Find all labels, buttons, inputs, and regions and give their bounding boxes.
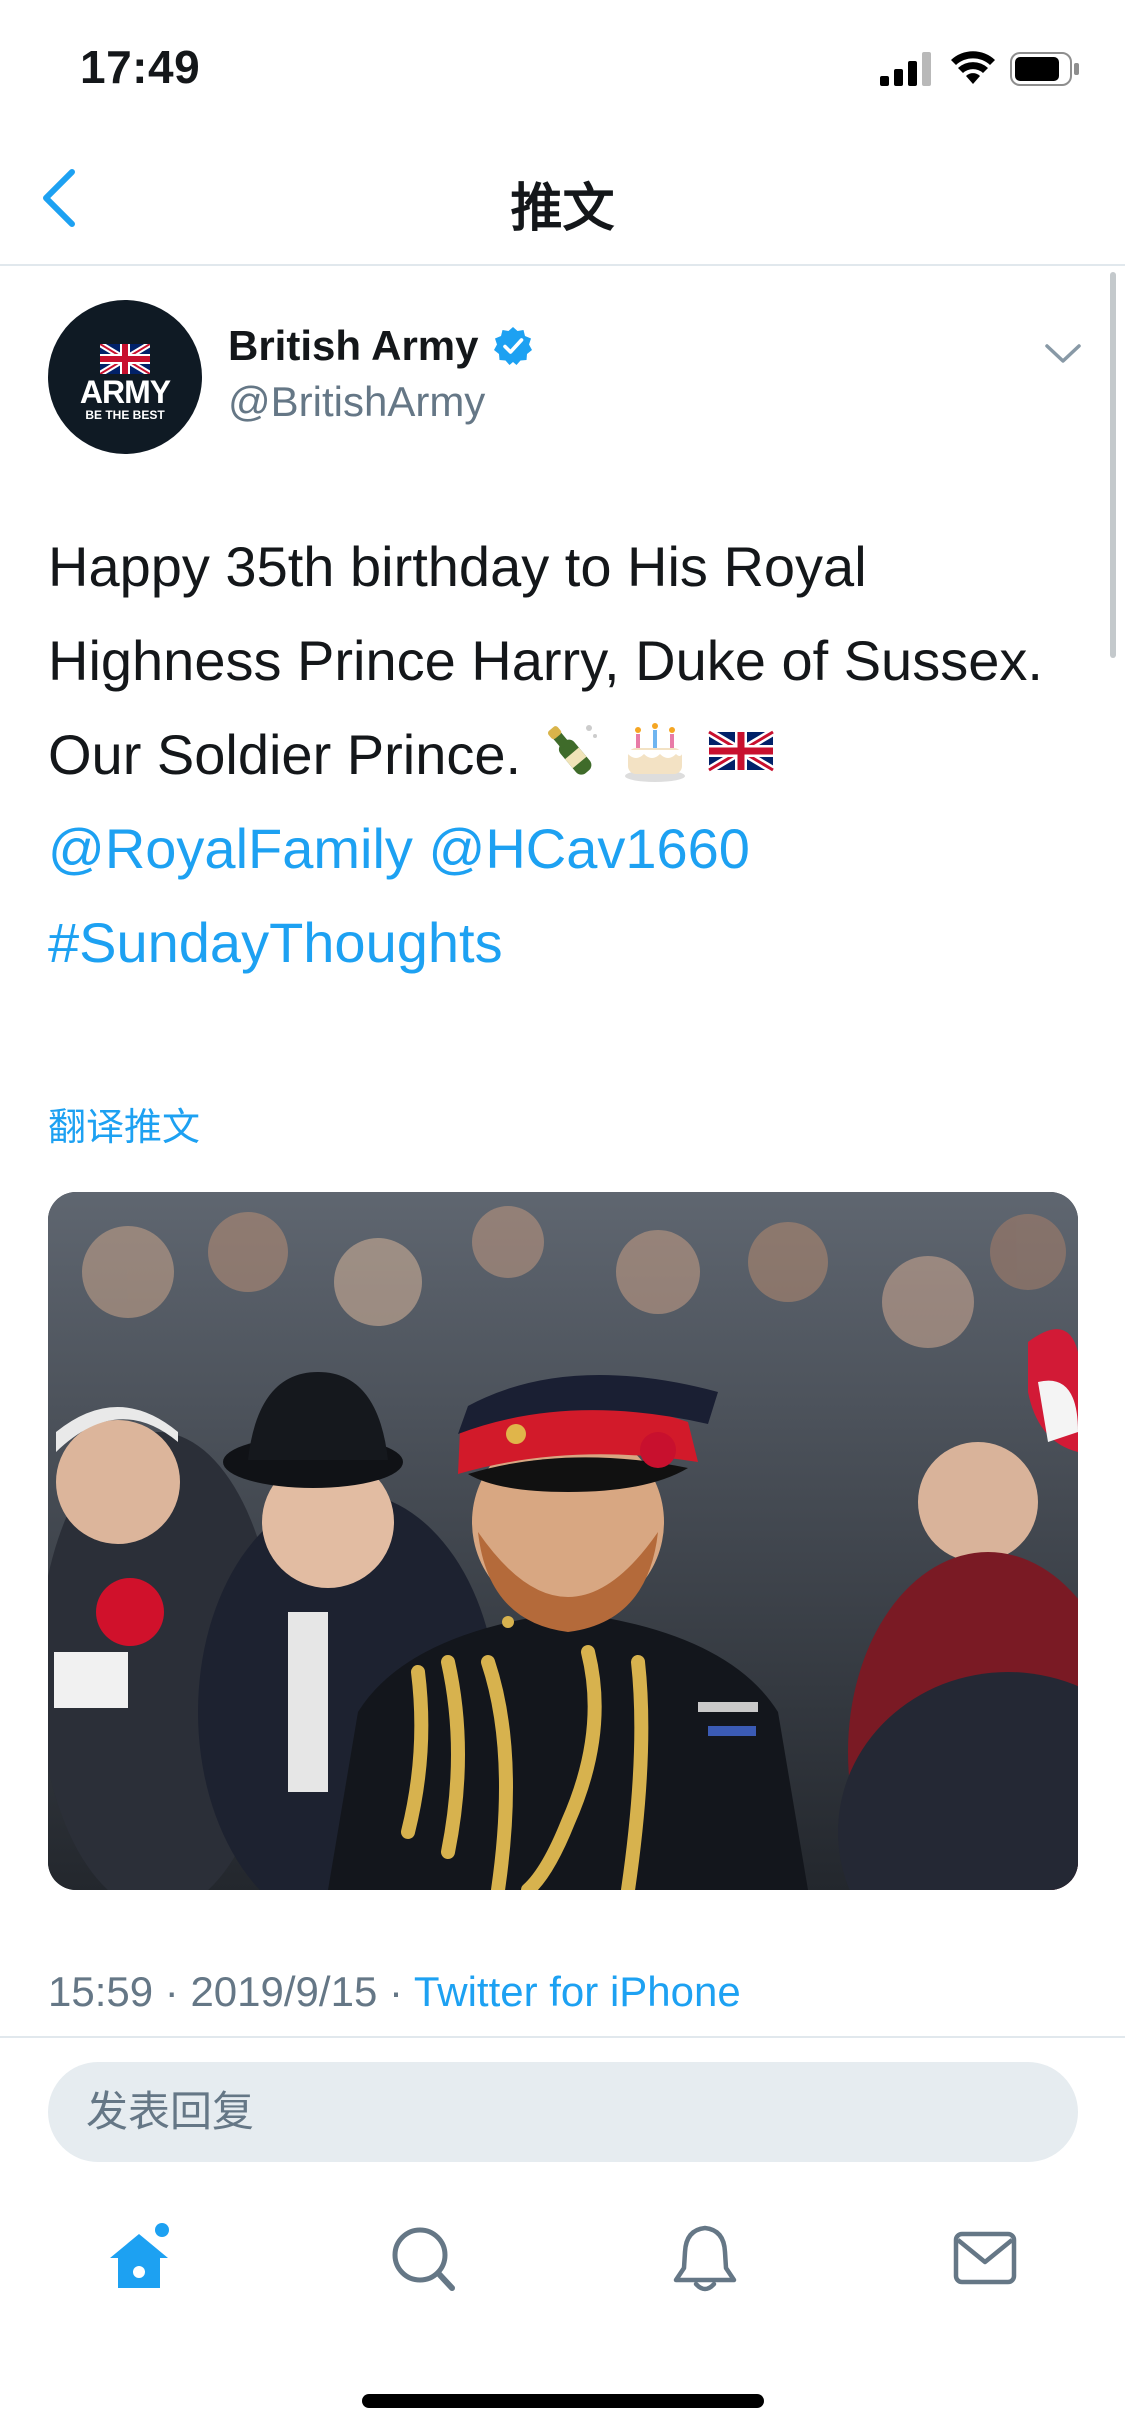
author-handle[interactable]: @BritishArmy xyxy=(228,378,485,426)
birthday-cake-emoji-icon xyxy=(625,723,686,782)
tweet-photo[interactable] xyxy=(48,1192,1078,1890)
verified-badge-icon xyxy=(493,327,532,365)
cellular-signal-icon xyxy=(880,52,931,86)
bell-icon xyxy=(673,2225,737,2292)
avatar-logo-subtext: BE THE BEST xyxy=(85,408,165,422)
home-indicator[interactable] xyxy=(362,2394,764,2408)
status-time: 17:49 xyxy=(80,41,201,93)
avatar[interactable]: ARMY BE THE BEST xyxy=(48,300,202,454)
mail-icon xyxy=(953,2231,1017,2285)
tweet-text: Happy 35th birthday to His Royal Highnes… xyxy=(48,520,1068,990)
tab-search[interactable] xyxy=(388,2222,458,2294)
author-name-row[interactable]: British Army xyxy=(228,322,533,370)
champagne-emoji-icon xyxy=(547,725,597,775)
tab-messages[interactable] xyxy=(950,2222,1020,2294)
tweet-time: 15:59 xyxy=(48,1968,154,2015)
translate-tweet-link[interactable]: 翻译推文 xyxy=(48,1096,200,1151)
search-icon xyxy=(392,2227,455,2291)
tweet-source-link[interactable]: Twitter for iPhone xyxy=(414,1968,741,2015)
battery-icon xyxy=(1010,52,1079,86)
meta-separator: · xyxy=(388,1968,403,2015)
divider xyxy=(0,2036,1125,2038)
author-name: British Army xyxy=(228,322,479,369)
union-jack-icon xyxy=(100,344,150,374)
page-title: 推文 xyxy=(510,180,615,238)
wifi-icon xyxy=(951,51,995,84)
meta-separator: · xyxy=(164,1968,179,2015)
reply-box[interactable] xyxy=(48,2062,1078,2162)
mention-royalfamily[interactable]: @RoyalFamily xyxy=(48,817,413,880)
hashtag-sundaythoughts[interactable]: #SundayThoughts xyxy=(48,911,503,974)
home-icon xyxy=(110,2223,169,2288)
uk-flag-emoji-icon xyxy=(707,728,774,774)
mention-hcav1660[interactable]: @HCav1660 xyxy=(428,817,749,880)
nav-bar: 推文 xyxy=(0,132,1125,266)
tab-home[interactable] xyxy=(104,2222,174,2294)
tab-notifications[interactable] xyxy=(670,2222,740,2294)
tweet-photo-image xyxy=(48,1192,1078,1890)
tweet-meta: 15:59 · 2019/9/15 · Twitter for iPhone xyxy=(48,1968,741,2016)
scrollbar[interactable] xyxy=(1110,272,1116,658)
reply-input[interactable] xyxy=(48,2062,1078,2162)
status-bar: 17:49 xyxy=(0,0,1125,132)
chevron-down-icon[interactable] xyxy=(1044,342,1082,366)
tweet-date: 2019/9/15 xyxy=(190,1968,378,2015)
avatar-logo-text: ARMY xyxy=(79,374,171,410)
